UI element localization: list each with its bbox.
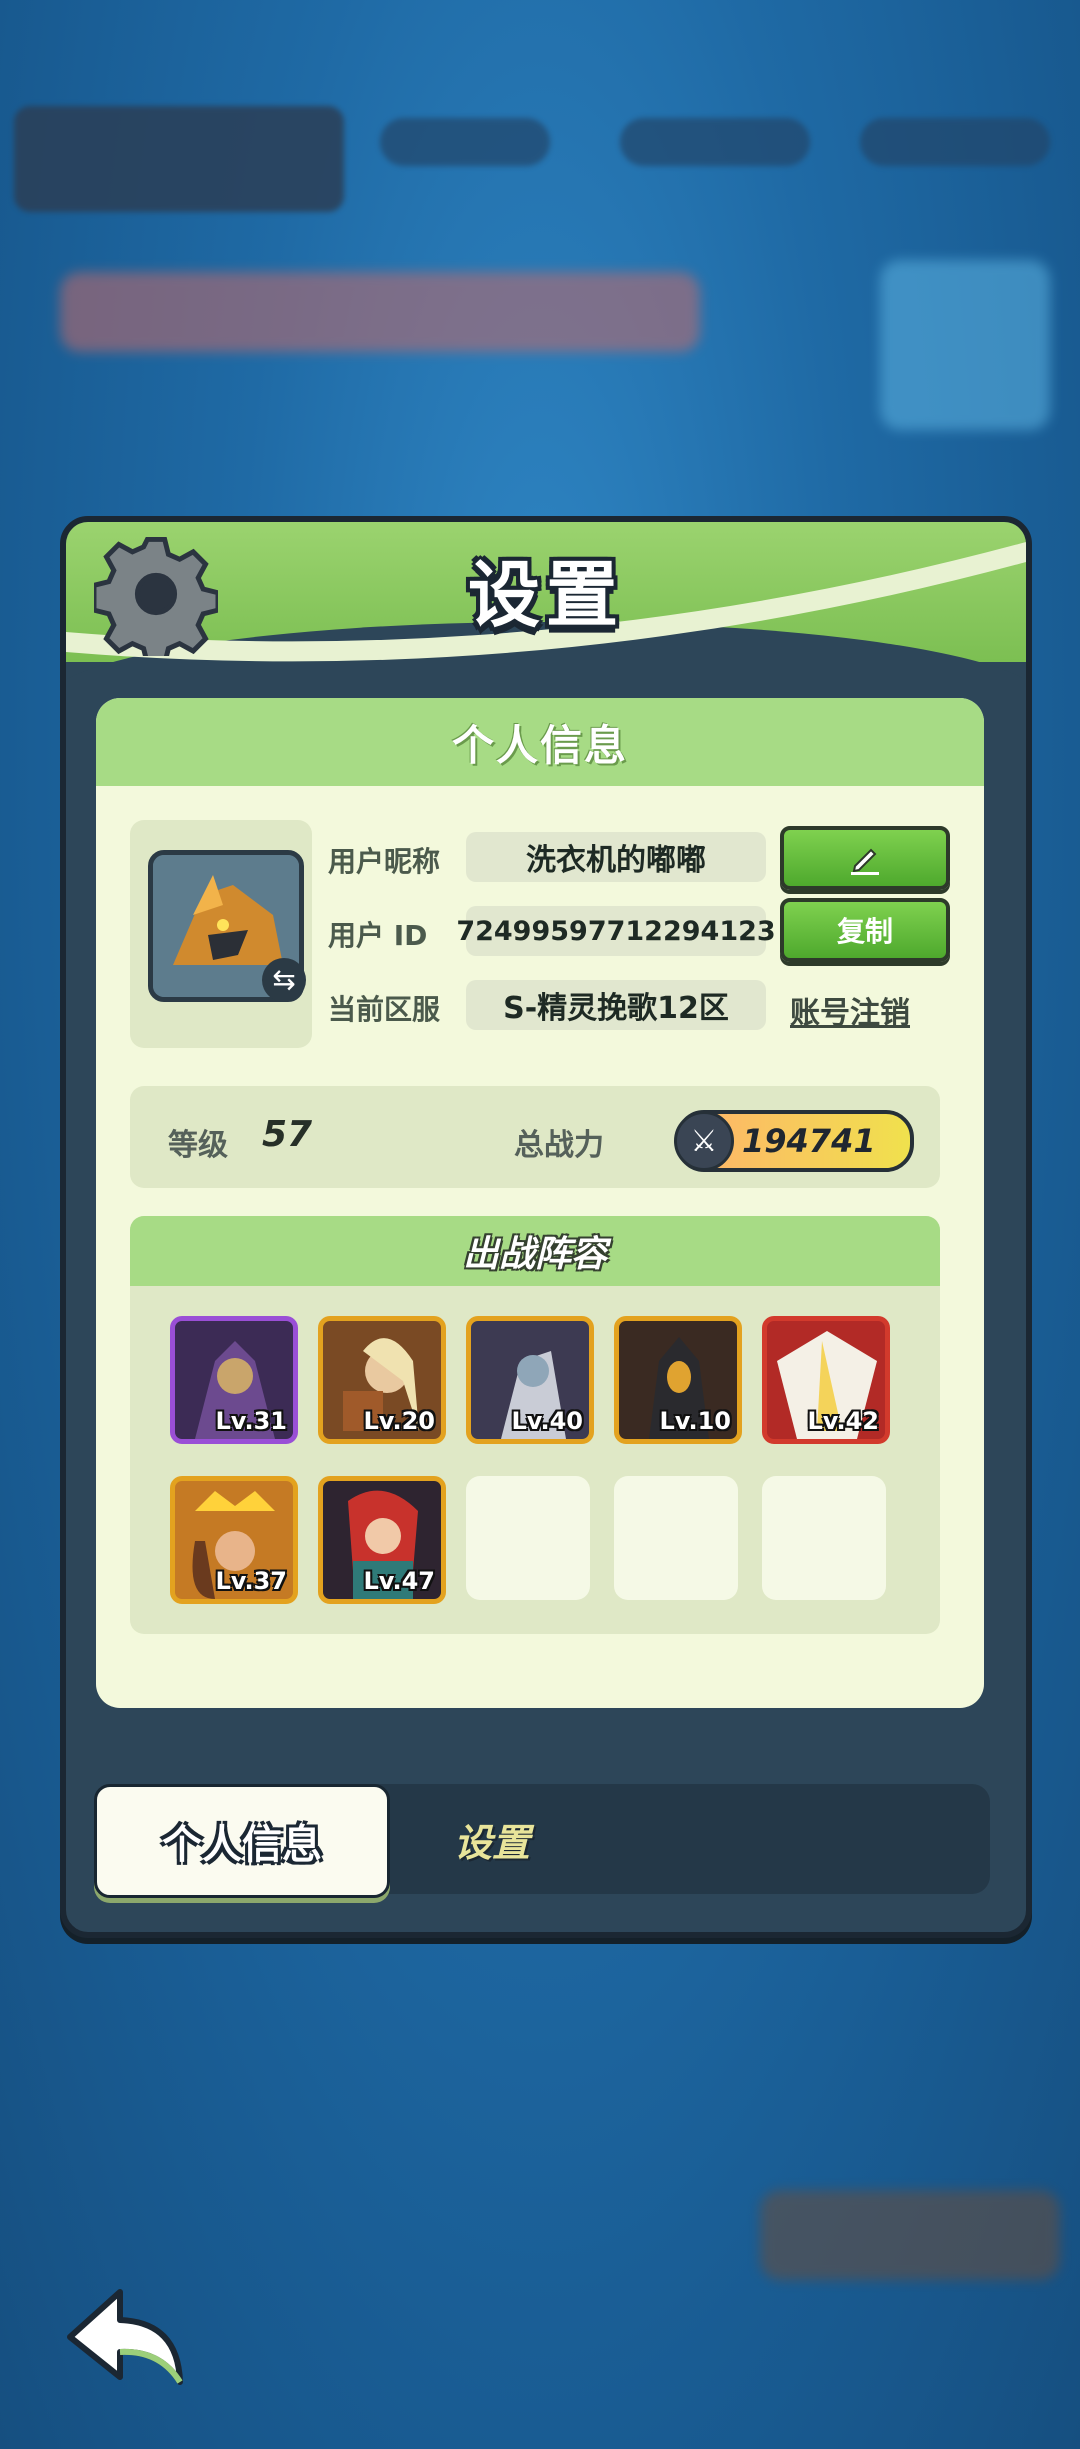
blurred-resource [860, 118, 1050, 166]
hero-level: Lv.31 [215, 1407, 288, 1435]
pencil-icon [851, 848, 879, 875]
tab-profile[interactable]: 个人信息 [94, 1784, 390, 1898]
copy-id-button[interactable]: 复制 [780, 898, 950, 962]
tab-settings[interactable]: 设置 [454, 1812, 530, 1867]
swap-icon[interactable]: ⇆ [262, 958, 306, 1002]
hero-slot[interactable]: Lv.47 [318, 1476, 446, 1604]
cancel-account-link[interactable]: 账号注销 [790, 988, 910, 1032]
panel-tab-bar: 个人信息 设置 [94, 1784, 990, 1898]
empty-hero-slot[interactable] [466, 1476, 590, 1600]
blurred-player-bar [14, 106, 344, 212]
edit-nickname-button[interactable] [780, 826, 950, 890]
hero-level: Lv.47 [363, 1567, 436, 1595]
server-value: S-精灵挽歌12区 [466, 980, 766, 1030]
user-id-label: 用户 ID [328, 919, 428, 952]
server-label: 当前区服 [328, 993, 441, 1026]
blurred-hero-strip [60, 272, 700, 352]
profile-card: 个人信息 ⇆ 用户昵称 洗衣机的嘟嘟 用户 ID 724995977122941… [96, 698, 984, 1708]
hero-slot[interactable]: Lv.20 [318, 1316, 446, 1444]
team-lineup-header: 出战阵容 [130, 1216, 940, 1286]
team-lineup: 出战阵容 Lv.31 Lv.20 Lv.40 Lv.10 Lv.42 Lv.37… [130, 1216, 940, 1634]
hero-slot[interactable]: Lv.31 [170, 1316, 298, 1444]
crossed-swords-icon: ⚔ [674, 1111, 734, 1171]
hero-level: Lv.37 [215, 1567, 288, 1595]
empty-hero-slot[interactable] [762, 1476, 886, 1600]
blurred-resource [380, 118, 550, 166]
level-value: 57 [262, 1114, 313, 1155]
nickname-label: 用户昵称 [328, 845, 441, 878]
hero-slot[interactable]: Lv.37 [170, 1476, 298, 1604]
settings-panel: 设置 个人信息 ⇆ 用户昵称 洗衣机的嘟嘟 用户 ID 724995977122… [60, 516, 1032, 1938]
hero-slot[interactable]: Lv.42 [762, 1316, 890, 1444]
hero-level: Lv.42 [807, 1407, 880, 1435]
back-arrow-icon[interactable] [60, 2282, 190, 2392]
profile-card-header: 个人信息 [96, 698, 984, 786]
hero-level: Lv.10 [659, 1407, 732, 1435]
nickname-value: 洗衣机的嘟嘟 [466, 832, 766, 882]
power-badge: ⚔ 194741 [674, 1110, 914, 1172]
blurred-resource [620, 118, 810, 166]
hero-slot[interactable]: Lv.40 [466, 1316, 594, 1444]
hero-level: Lv.40 [511, 1407, 584, 1435]
blurred-event-banner [760, 2190, 1060, 2280]
empty-hero-slot[interactable] [614, 1476, 738, 1600]
avatar-box[interactable]: ⇆ [130, 820, 312, 1048]
power-value: 194741 [742, 1122, 876, 1160]
blurred-minimap [880, 260, 1050, 430]
power-label: 总战力 [514, 1128, 604, 1163]
hero-slot[interactable]: Lv.10 [614, 1316, 742, 1444]
level-label: 等级 [168, 1128, 228, 1163]
stats-row: 等级 57 总战力 ⚔ 194741 [130, 1086, 940, 1188]
hero-level: Lv.20 [363, 1407, 436, 1435]
panel-title: 设置 [467, 553, 624, 637]
user-id-value: 72499597712294123 [456, 906, 776, 956]
